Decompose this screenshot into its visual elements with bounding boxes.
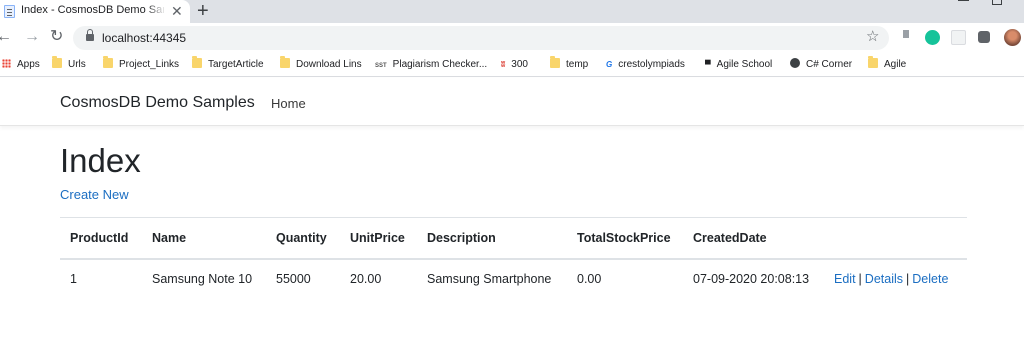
cell-productid: 1 bbox=[60, 258, 142, 300]
column-header-description: Description bbox=[417, 217, 567, 260]
delete-link[interactable]: Delete bbox=[912, 272, 948, 286]
cell-totalstockprice: 0.00 bbox=[567, 258, 683, 300]
column-header-createddate: CreatedDate bbox=[683, 217, 824, 260]
column-header-unitprice: UnitPrice bbox=[340, 217, 417, 260]
browser-tab-strip: Index - CosmosDB Demo Samples ✕ + bbox=[0, 0, 1024, 23]
cell-unitprice: 20.00 bbox=[340, 258, 417, 300]
bookmark-crestolympiads[interactable]: Gcrestolympiads bbox=[606, 58, 685, 72]
maximize-window-icon[interactable] bbox=[992, 0, 1002, 5]
download-extension-icon[interactable] bbox=[899, 30, 913, 45]
column-header-quantity: Quantity bbox=[266, 217, 340, 260]
site-navbar: CosmosDB Demo Samples Home bbox=[0, 78, 1024, 126]
agile-logo-icon: ▀ bbox=[705, 60, 711, 69]
back-arrow-icon[interactable]: ← bbox=[0, 27, 12, 47]
folder-icon bbox=[52, 56, 62, 68]
tab-title: Index - CosmosDB Demo Samples bbox=[21, 4, 164, 16]
address-bar[interactable]: localhost:44345 ☆ bbox=[73, 26, 889, 50]
bookmark-agile[interactable]: Agile bbox=[868, 56, 906, 72]
products-table: ProductId Name Quantity UnitPrice Descri… bbox=[60, 217, 967, 300]
cell-quantity: 55000 bbox=[266, 258, 340, 300]
column-header-totalstockprice: TotalStockPrice bbox=[567, 217, 683, 260]
column-header-actions bbox=[824, 217, 967, 260]
browser-tab[interactable]: Index - CosmosDB Demo Samples ✕ bbox=[0, 0, 190, 23]
cell-description: Samsung Smartphone bbox=[417, 258, 567, 300]
folder-icon bbox=[550, 56, 560, 68]
forward-arrow-icon[interactable]: → bbox=[24, 27, 40, 47]
folder-icon bbox=[192, 56, 202, 68]
page-favicon-icon bbox=[4, 5, 15, 18]
crest-logo-icon: G bbox=[606, 60, 613, 69]
blank-extension-icon[interactable] bbox=[951, 30, 966, 45]
edit-link[interactable]: Edit bbox=[834, 272, 856, 286]
folder-icon bbox=[280, 56, 290, 68]
bookmark-urls[interactable]: Urls bbox=[52, 56, 86, 72]
red-logo-icon: ʬ bbox=[501, 60, 506, 69]
folder-icon bbox=[103, 56, 113, 68]
close-tab-icon[interactable]: ✕ bbox=[171, 2, 183, 20]
create-new-link[interactable]: Create New bbox=[60, 187, 129, 202]
bookmarks-bar: Apps Urls Project_Links TargetArticle Do… bbox=[0, 53, 1024, 77]
bookmark-project-links[interactable]: Project_Links bbox=[103, 56, 179, 72]
bookmark-apps[interactable]: Apps bbox=[2, 58, 40, 72]
bookmark-300[interactable]: ʬ 300 bbox=[501, 58, 528, 72]
column-header-name: Name bbox=[142, 217, 266, 260]
sst-icon: SST bbox=[375, 63, 387, 69]
action-separator: | bbox=[858, 272, 862, 287]
grammarly-extension-icon[interactable] bbox=[925, 30, 940, 45]
table-row: 1 Samsung Note 10 55000 20.00 Samsung Sm… bbox=[60, 258, 967, 300]
lock-icon[interactable] bbox=[86, 29, 94, 41]
nav-home-link[interactable]: Home bbox=[271, 96, 306, 111]
site-brand-link[interactable]: CosmosDB Demo Samples bbox=[60, 94, 255, 112]
bookmark-agile-school[interactable]: ▀ Agile School bbox=[705, 58, 772, 72]
bookmark-download-lins[interactable]: Download Lins bbox=[280, 56, 362, 72]
url-text[interactable]: localhost:44345 bbox=[102, 31, 186, 45]
bookmark-temp[interactable]: temp bbox=[550, 56, 588, 72]
apps-grid-icon bbox=[2, 59, 11, 68]
tab-title-fade bbox=[146, 0, 166, 23]
reload-icon[interactable]: ↻ bbox=[50, 27, 63, 47]
column-header-productid: ProductId bbox=[60, 217, 142, 260]
bookmark-star-icon[interactable]: ☆ bbox=[866, 27, 879, 45]
new-tab-button[interactable]: + bbox=[197, 0, 209, 22]
bookmark-plagiarism-checker[interactable]: SST Plagiarism Checker... bbox=[375, 58, 487, 72]
details-link[interactable]: Details bbox=[865, 272, 903, 286]
bookmark-target-article[interactable]: TargetArticle bbox=[192, 56, 264, 72]
minimize-window-icon[interactable] bbox=[958, 0, 969, 1]
cell-createddate: 07-09-2020 20:08:13 bbox=[683, 258, 824, 300]
table-header-row: ProductId Name Quantity UnitPrice Descri… bbox=[60, 217, 967, 260]
cell-actions: Edit | Details | Delete bbox=[824, 258, 967, 300]
cell-name: Samsung Note 10 bbox=[142, 258, 266, 300]
extensions-puzzle-icon[interactable] bbox=[978, 31, 990, 43]
folder-icon bbox=[868, 56, 878, 68]
browser-toolbar: ← → ↻ localhost:44345 ☆ bbox=[0, 23, 1024, 53]
action-separator: | bbox=[906, 272, 910, 287]
page-title: Index bbox=[60, 142, 141, 179]
profile-avatar[interactable] bbox=[1004, 29, 1021, 46]
globe-icon bbox=[790, 58, 800, 68]
bookmark-csharp-corner[interactable]: C# Corner bbox=[790, 58, 852, 72]
